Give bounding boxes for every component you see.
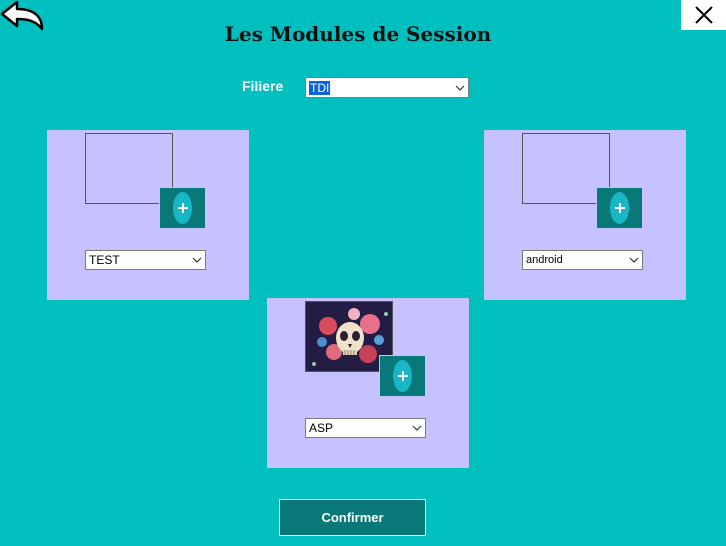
- module-select-value-3: ASP: [309, 421, 334, 435]
- module-panel-1: TEST: [47, 130, 249, 300]
- module-select-3[interactable]: ASP: [305, 418, 426, 438]
- chevron-down-icon: [409, 425, 425, 431]
- confirm-button[interactable]: Confirmer: [279, 499, 426, 536]
- chevron-down-icon: [626, 257, 642, 263]
- filiere-select[interactable]: TDI: [305, 77, 469, 98]
- module-select-2[interactable]: android: [522, 250, 643, 270]
- chevron-down-icon: [189, 257, 205, 263]
- module-select-value-2: android: [526, 254, 563, 266]
- page-title: Les Modules de Session: [224, 22, 492, 46]
- filiere-value: TDI: [309, 80, 331, 95]
- filiere-label: Filiere: [242, 78, 284, 94]
- module-panel-3: ASP: [267, 298, 469, 468]
- plus-icon: [614, 203, 625, 213]
- plus-icon: [397, 371, 408, 381]
- module-select-1[interactable]: TEST: [85, 250, 206, 270]
- add-image-button-2[interactable]: [596, 187, 643, 229]
- add-image-button-3[interactable]: [379, 355, 426, 397]
- module-select-value-1: TEST: [89, 253, 120, 267]
- chevron-down-icon: [452, 85, 468, 91]
- add-image-button-1[interactable]: [159, 187, 206, 229]
- plus-icon: [177, 203, 188, 213]
- module-panel-2: android: [484, 130, 686, 300]
